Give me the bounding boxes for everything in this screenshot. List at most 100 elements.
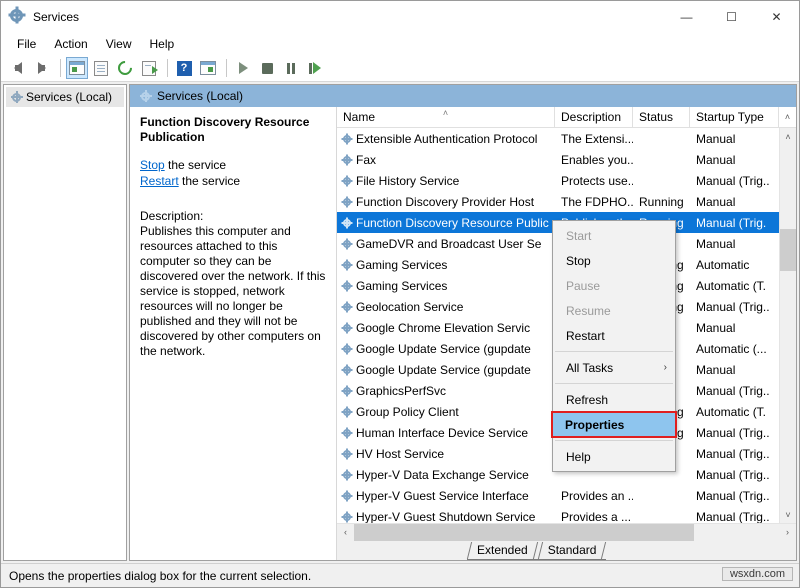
submenu-arrow-icon: › bbox=[664, 362, 667, 373]
column-header-name[interactable]: Name ˄ bbox=[337, 107, 555, 127]
service-name-label: Google Update Service (gupdate bbox=[356, 363, 531, 377]
service-name-cell: GameDVR and Broadcast User Se bbox=[337, 237, 555, 251]
service-startup-type-cell: Manual bbox=[690, 132, 779, 146]
play-triangle-icon[interactable] bbox=[232, 57, 254, 79]
minimize-button[interactable]: — bbox=[664, 2, 709, 32]
table-row[interactable]: Function Discovery Provider HostThe FDPH… bbox=[337, 191, 779, 212]
service-description-cell: Protects use... bbox=[555, 174, 633, 188]
service-startup-type-cell: Manual (Trig.. bbox=[690, 174, 779, 188]
back-arrow-icon[interactable] bbox=[7, 57, 29, 79]
toolbar-separator bbox=[60, 59, 61, 77]
maximize-button[interactable]: ☐ bbox=[709, 2, 754, 32]
properties-window-icon[interactable] bbox=[90, 57, 112, 79]
stop-service-link[interactable]: Stop bbox=[140, 158, 165, 172]
service-name-label: File History Service bbox=[356, 174, 459, 188]
scroll-up-arrow-header-icon[interactable]: ˄ bbox=[779, 107, 796, 127]
table-row[interactable]: File History Service Protects use... Manua… bbox=[337, 170, 779, 191]
column-header-description[interactable]: Description bbox=[555, 107, 633, 127]
refresh-circle-icon[interactable] bbox=[114, 57, 136, 79]
title-bar: Services — ☐ ✕ bbox=[1, 1, 799, 32]
tab-standard[interactable]: Standard bbox=[538, 542, 607, 560]
close-button[interactable]: ✕ bbox=[754, 2, 799, 32]
column-header-startup-type[interactable]: Startup Type bbox=[690, 107, 779, 127]
vertical-scrollbar[interactable]: ˄ ˅ bbox=[779, 128, 796, 523]
service-name-cell: Fax bbox=[337, 153, 555, 167]
vertical-scroll-thumb[interactable] bbox=[780, 229, 796, 271]
context-menu: StartStopPauseResumeRestartAll Tasks›Ref… bbox=[552, 220, 676, 472]
export-list-icon[interactable] bbox=[138, 57, 160, 79]
restart-icon[interactable] bbox=[304, 57, 326, 79]
forward-arrow-icon[interactable] bbox=[31, 57, 53, 79]
service-gear-icon bbox=[343, 156, 351, 164]
table-row[interactable]: Hyper-V Guest Shutdown ServiceProvides a… bbox=[337, 506, 779, 523]
service-gear-icon bbox=[343, 177, 351, 185]
help-question-icon[interactable]: ? bbox=[173, 57, 195, 79]
restart-service-link[interactable]: Restart bbox=[140, 174, 179, 188]
column-header-status[interactable]: Status bbox=[633, 107, 690, 127]
console-tree-icon[interactable] bbox=[66, 57, 88, 79]
horizontal-scroll-thumb[interactable] bbox=[354, 524, 694, 541]
stop-square-icon[interactable] bbox=[256, 57, 278, 79]
scroll-left-button[interactable]: ‹ bbox=[337, 527, 354, 537]
sort-ascending-icon: ˄ bbox=[443, 108, 448, 118]
action-pane-icon[interactable] bbox=[197, 57, 219, 79]
service-gear-icon bbox=[343, 324, 351, 332]
service-startup-type-cell: Manual (Trig.. bbox=[690, 447, 779, 461]
tab-extended[interactable]: Extended bbox=[467, 542, 538, 560]
service-gear-icon bbox=[343, 282, 351, 290]
service-name-cell: Extensible Authentication Protocol bbox=[337, 132, 555, 146]
service-gear-icon bbox=[343, 471, 351, 479]
context-menu-item-label: Properties bbox=[565, 418, 624, 432]
context-menu-item-restart[interactable]: Restart bbox=[553, 323, 675, 348]
menu-help[interactable]: Help bbox=[141, 34, 184, 54]
menu-action[interactable]: Action bbox=[45, 34, 96, 54]
menu-bar: File Action View Help bbox=[1, 32, 799, 55]
services-gear-icon bbox=[12, 93, 21, 102]
context-menu-item-help[interactable]: Help bbox=[553, 444, 675, 469]
menu-file[interactable]: File bbox=[8, 34, 45, 54]
service-name-label: Function Discovery Resource Public bbox=[356, 216, 549, 230]
service-startup-type-cell: Manual bbox=[690, 237, 779, 251]
scroll-right-button[interactable]: › bbox=[779, 527, 796, 537]
service-startup-type-cell: Manual bbox=[690, 363, 779, 377]
scroll-down-button[interactable]: ˅ bbox=[780, 506, 796, 523]
service-gear-icon bbox=[343, 450, 351, 458]
context-menu-item-pause: Pause bbox=[553, 273, 675, 298]
service-description-cell: Provides an ... bbox=[555, 489, 633, 503]
service-gear-icon bbox=[343, 303, 351, 311]
service-startup-type-cell: Manual (Trig.. bbox=[690, 510, 779, 524]
service-startup-type-cell: Manual (Trig.. bbox=[690, 426, 779, 440]
service-description-cell: Enables you... bbox=[555, 153, 633, 167]
context-menu-item-refresh[interactable]: Refresh bbox=[553, 387, 675, 412]
service-name-cell: Gaming Services bbox=[337, 279, 555, 293]
restart-service-suffix: the service bbox=[179, 174, 240, 188]
context-menu-item-stop[interactable]: Stop bbox=[553, 248, 675, 273]
service-name-label: Google Update Service (gupdate bbox=[356, 342, 531, 356]
horizontal-scroll-track[interactable] bbox=[354, 524, 779, 541]
context-menu-item-label: Restart bbox=[566, 329, 605, 343]
context-menu-item-start: Start bbox=[553, 223, 675, 248]
context-menu-item-label: All Tasks bbox=[566, 361, 613, 375]
services-gear-icon bbox=[10, 9, 26, 25]
service-startup-type-cell: Manual (Trig.. bbox=[690, 468, 779, 482]
context-menu-item-properties[interactable]: Properties bbox=[552, 412, 676, 437]
scroll-up-button[interactable]: ˄ bbox=[780, 128, 796, 145]
toolbar-separator-2 bbox=[167, 59, 168, 77]
service-name-cell: Hyper-V Guest Shutdown Service bbox=[337, 510, 555, 524]
table-row[interactable]: FaxEnables you...Manual bbox=[337, 149, 779, 170]
service-description-panel: Function Discovery Resource Publication … bbox=[130, 107, 337, 560]
pause-bars-icon[interactable] bbox=[280, 57, 302, 79]
context-menu-item-all-tasks[interactable]: All Tasks › bbox=[553, 355, 675, 380]
menu-view[interactable]: View bbox=[97, 34, 141, 54]
service-name-cell: Google Update Service (gupdate bbox=[337, 342, 555, 356]
vertical-scroll-track[interactable] bbox=[780, 145, 796, 506]
table-row[interactable]: Extensible Authentication ProtocolThe Ex… bbox=[337, 128, 779, 149]
horizontal-scrollbar[interactable]: ‹ › bbox=[337, 523, 796, 540]
context-menu-item-label: Stop bbox=[566, 254, 591, 268]
service-name-cell: HV Host Service bbox=[337, 447, 555, 461]
tree-node-services-local[interactable]: Services (Local) bbox=[6, 87, 124, 107]
column-header-description-label: Description bbox=[561, 110, 621, 124]
table-row[interactable]: Hyper-V Guest Service InterfaceProvides … bbox=[337, 485, 779, 506]
service-name-label: GraphicsPerfSvc bbox=[356, 384, 446, 398]
service-name-cell: Google Update Service (gupdate bbox=[337, 363, 555, 377]
